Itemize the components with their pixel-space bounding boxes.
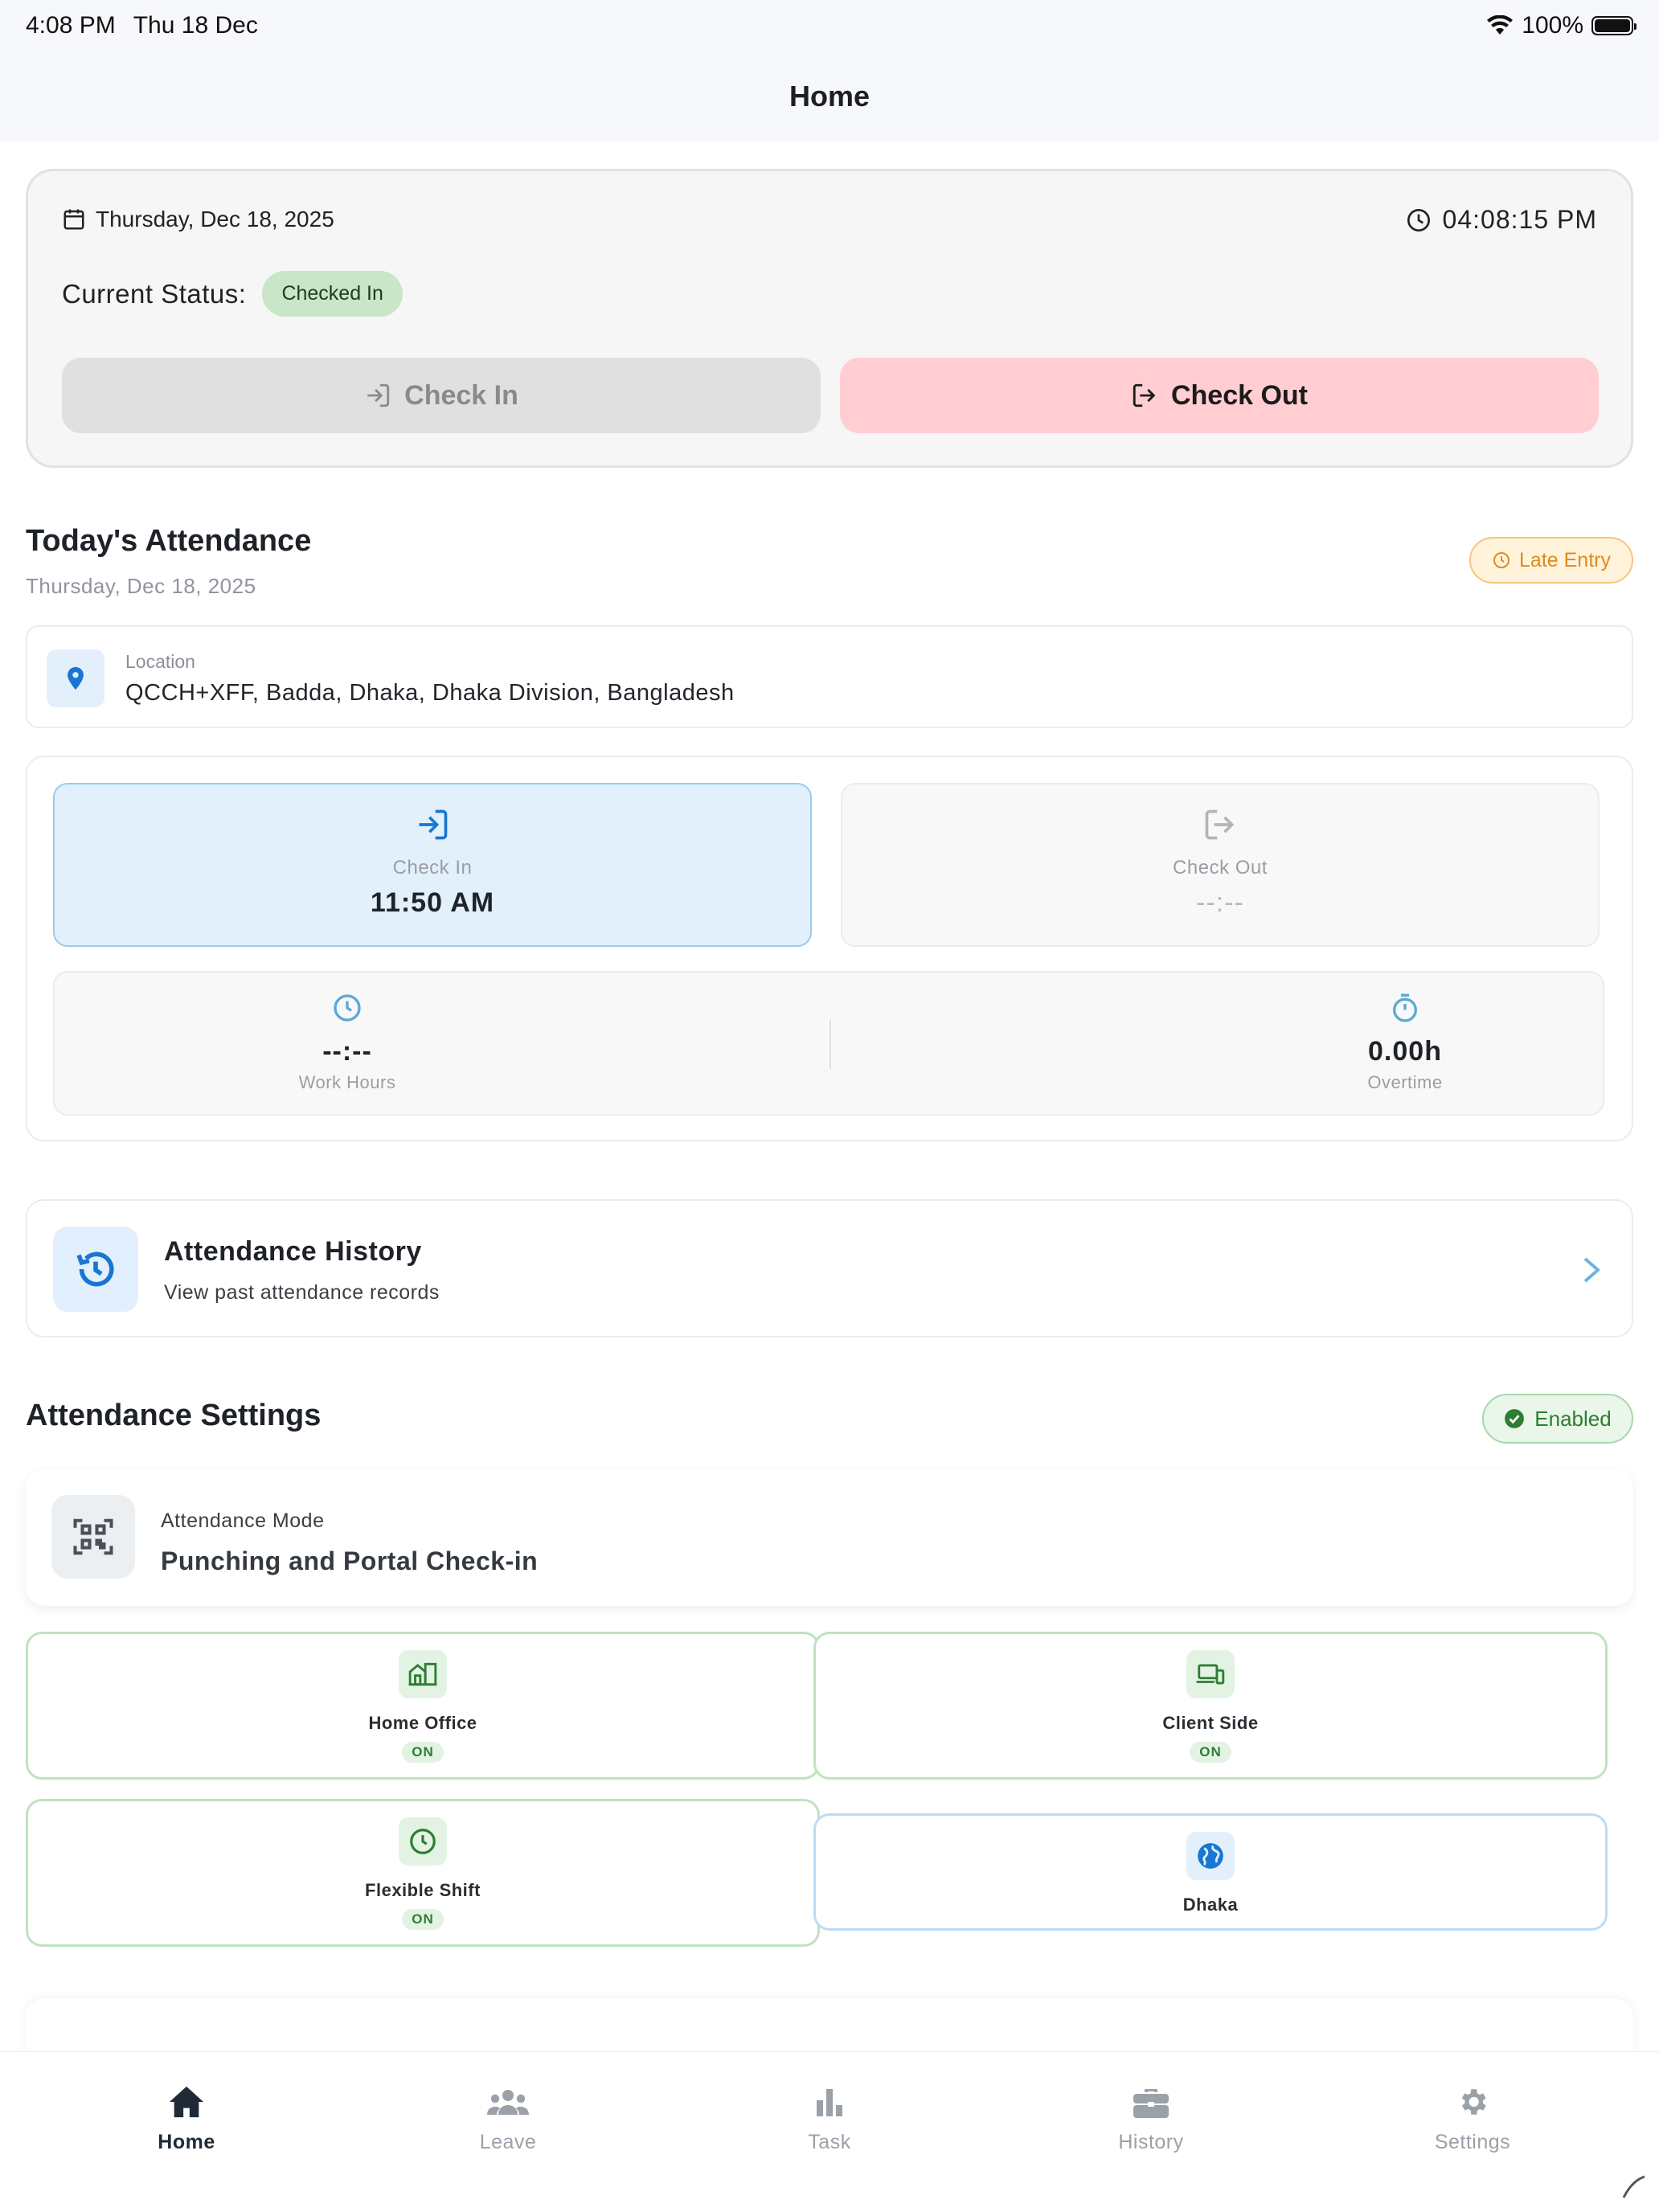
home-office-status: ON [402,1742,444,1763]
enabled-text: Enabled [1534,1406,1612,1431]
location-dhaka-label: Dhaka [1182,1895,1239,1915]
enabled-badge: Enabled [1482,1394,1633,1444]
attendance-settings-title: Attendance Settings [26,1399,322,1432]
qr-code-icon [51,1495,135,1579]
tab-leave-label: Leave [479,2131,537,2153]
home-office-icon [399,1650,447,1698]
tab-leave[interactable]: Leave [412,2081,604,2154]
location-card: Location QCCH+XFF, Badda, Dhaka, Dhaka D… [26,625,1633,728]
clock-icon [1493,552,1510,568]
timer-icon [1393,993,1417,1022]
status-label: Current Status: [62,278,247,309]
flexible-shift-status: ON [402,1909,444,1930]
flexible-shift-label: Flexible Shift [365,1880,481,1900]
check-circle-icon [1505,1409,1525,1428]
wifi-icon [1487,15,1514,35]
work-hours-label: Work Hours [298,1072,396,1092]
history-icon [53,1227,138,1312]
attendance-history-title: Attendance History [164,1236,422,1267]
tab-home[interactable]: Home [90,2081,283,2154]
check-out-tile-label: Check Out [1173,857,1268,879]
globe-icon [1186,1832,1235,1880]
attendance-mode-card: Attendance Mode Punching and Portal Chec… [26,1469,1633,1606]
tab-settings[interactable]: Settings [1376,2081,1569,2154]
overtime: 0.00h Overtime [1244,992,1566,1093]
battery-icon [1591,16,1636,35]
current-date: Thursday, Dec 18, 2025 [62,207,334,232]
battery-percent: 100% [1522,12,1583,39]
home-office-label: Home Office [368,1713,477,1733]
client-side-label: Client Side [1162,1713,1259,1733]
clock-icon [1407,208,1430,231]
home-icon [169,2086,204,2118]
tab-task-label: Task [808,2131,851,2153]
status-date: Thu 18 Dec [133,12,258,39]
location-value: QCCH+XFF, Badda, Dhaka, Dhaka Division, … [125,680,735,706]
attendance-summary-card: Check In 11:50 AM Check Out --:-- --:-- … [26,756,1633,1141]
check-in-button-label: Check In [404,379,518,411]
attendance-mode-label: Attendance Mode [161,1509,325,1532]
current-clock-text: 04:08:15 PM [1442,205,1597,234]
overtime-value: 0.00h [1368,1036,1442,1067]
calendar-icon [63,209,84,230]
tab-history[interactable]: History [1055,2081,1247,2154]
late-entry-badge: Late Entry [1469,537,1633,584]
briefcase-icon [1133,2089,1169,2118]
attendance-history-card[interactable]: Attendance History View past attendance … [26,1199,1633,1337]
location-label: Location [125,651,195,672]
check-in-button[interactable]: Check In [62,358,821,433]
check-out-time: --:-- [1196,887,1244,918]
client-side-status: ON [1190,1742,1231,1763]
late-entry-text: Late Entry [1519,548,1611,571]
people-icon [487,2090,529,2115]
hours-panel: --:-- Work Hours 0.00h Overtime [53,971,1604,1116]
check-in-time: 11:50 AM [370,887,495,918]
logout-icon [842,807,1598,842]
flexible-shift-option[interactable]: Flexible Shift ON [26,1799,820,1947]
location-pin-icon [47,649,104,707]
todays-attendance-date: Thursday, Dec 18, 2025 [26,574,256,598]
devices-icon [1186,1650,1235,1698]
status-card: Thursday, Dec 18, 2025 04:08:15 PM Curre… [26,169,1633,468]
chevron-right-icon [1583,1257,1601,1283]
attendance-mode-value: Punching and Portal Check-in [161,1546,539,1575]
status-badge: Checked In [262,271,403,317]
clock-icon [399,1817,447,1866]
todays-attendance-title: Today's Attendance [26,524,312,558]
status-bar: 4:08 PM Thu 18 Dec 100% [0,0,1659,51]
overtime-label: Overtime [1367,1072,1443,1092]
check-out-button[interactable]: Check Out [840,358,1599,433]
bottom-tab-bar: Home Leave Task History Settings [0,2051,1659,2212]
work-hours: --:-- Work Hours [186,992,508,1093]
main-content[interactable]: Thursday, Dec 18, 2025 04:08:15 PM Curre… [0,141,1659,2051]
check-out-button-label: Check Out [1170,379,1309,411]
tab-task[interactable]: Task [733,2081,926,2154]
check-in-tile-label: Check In [392,857,473,879]
home-office-option[interactable]: Home Office ON [26,1632,820,1780]
current-clock: 04:08:15 PM [1406,205,1597,235]
status-time: 4:08 PM [26,12,116,39]
hours-divider [830,1019,831,1069]
clock-icon [334,994,361,1022]
page-title: Home [789,80,870,113]
check-out-tile: Check Out --:-- [841,783,1600,947]
current-date-text: Thursday, Dec 18, 2025 [96,207,334,231]
tab-settings-label: Settings [1434,2131,1511,2153]
client-side-option[interactable]: Client Side ON [813,1632,1608,1780]
login-icon [55,807,810,842]
tab-history-label: History [1118,2131,1184,2153]
current-status: Current Status: Checked In [62,271,403,317]
check-in-tile: Check In 11:50 AM [53,783,812,947]
location-dhaka-option[interactable]: Dhaka [813,1813,1608,1931]
bar-chart-icon [817,2089,842,2116]
resize-corner-icon [1622,2175,1645,2198]
attendance-history-subtitle: View past attendance records [164,1281,440,1304]
work-hours-value: --:-- [322,1036,372,1067]
partially-visible-card [26,1998,1633,2051]
logout-icon [1133,383,1156,408]
tab-home-label: Home [158,2131,215,2153]
nav-bar: Home [0,51,1659,141]
gear-icon [1461,2089,1486,2115]
login-icon [367,383,390,408]
